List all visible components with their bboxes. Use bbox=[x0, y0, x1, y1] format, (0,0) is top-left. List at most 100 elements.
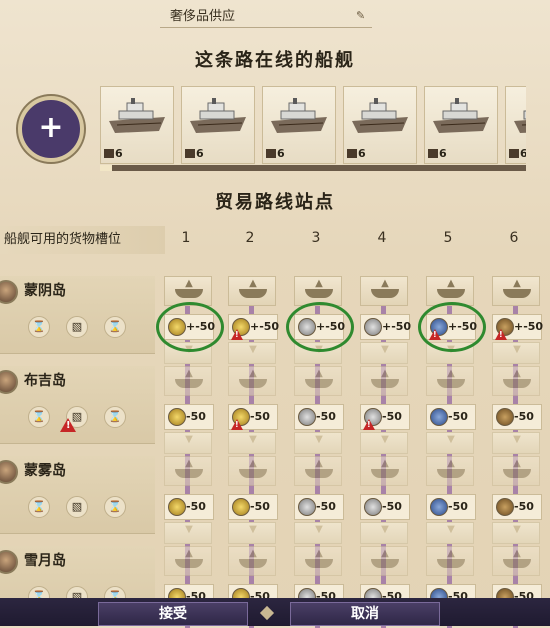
down-arrow-icon: ▼ bbox=[513, 344, 521, 355]
unload-cargo-slot[interactable]: ▼ bbox=[492, 342, 540, 364]
cargo-slot[interactable]: +-50 bbox=[228, 314, 279, 340]
load-cargo-slot[interactable]: ▲ bbox=[492, 456, 540, 486]
ship-silhouette-icon bbox=[175, 379, 203, 388]
load-cargo-slot[interactable]: ▲ bbox=[294, 546, 342, 576]
load-cargo-slot[interactable]: ▲ bbox=[360, 546, 408, 576]
cargo-amount: -50 bbox=[448, 500, 468, 513]
load-cargo-slot[interactable]: ▲ bbox=[294, 456, 342, 486]
gold-coin-icon bbox=[168, 408, 186, 426]
unload-cargo-slot[interactable]: ▼ bbox=[294, 522, 342, 544]
cargo-slot[interactable]: -50 bbox=[228, 494, 278, 520]
hourglass-icon[interactable]: ⌛ bbox=[104, 406, 126, 428]
silver-watch-icon bbox=[298, 498, 316, 516]
unload-cargo-slot[interactable]: ▼ bbox=[360, 432, 408, 454]
up-arrow-icon: ▲ bbox=[513, 278, 521, 289]
load-cargo-slot[interactable]: ▲ bbox=[228, 546, 276, 576]
ship-level-value: 6 bbox=[439, 147, 447, 160]
pencil-icon[interactable]: ✎ bbox=[356, 10, 368, 22]
load-cargo-slot[interactable]: ▲ bbox=[492, 546, 540, 576]
cargo-slot[interactable]: -50 bbox=[492, 404, 542, 430]
cargo-slot[interactable]: +-50 bbox=[492, 314, 543, 340]
load-cargo-slot[interactable]: ▲ bbox=[164, 546, 212, 576]
load-cargo-slot[interactable]: ▲ bbox=[492, 366, 540, 396]
cargo-slot[interactable]: -50 bbox=[426, 494, 476, 520]
load-cargo-slot[interactable]: ▲ bbox=[228, 276, 276, 306]
ship-strip-scrollbar[interactable] bbox=[100, 165, 526, 171]
cancel-button[interactable]: 取消 bbox=[290, 602, 440, 626]
load-cargo-slot[interactable]: ▲ bbox=[426, 366, 474, 396]
hourglass-icon[interactable]: ⌛ bbox=[28, 406, 50, 428]
island-row[interactable]: 蒙雾岛 ⌛ ▧ ⌛ bbox=[0, 456, 155, 534]
ship-card[interactable]: 6 bbox=[424, 86, 498, 164]
up-arrow-icon: ▲ bbox=[381, 548, 389, 559]
cargo-slot[interactable]: -50 bbox=[360, 494, 410, 520]
cargo-slot[interactable]: -50 bbox=[492, 494, 542, 520]
ship-card[interactable]: 6 bbox=[100, 86, 174, 164]
down-arrow-icon: ▼ bbox=[185, 434, 193, 445]
unload-cargo-slot[interactable]: ▼ bbox=[426, 432, 474, 454]
cargo-slot[interactable]: -50 bbox=[164, 494, 214, 520]
cargo-slot[interactable]: +-50 bbox=[360, 314, 411, 340]
accept-button[interactable]: 接受 bbox=[98, 602, 248, 626]
unload-cargo-slot[interactable]: ▼ bbox=[492, 432, 540, 454]
route-name-text: 奢侈品供应 bbox=[170, 9, 236, 24]
load-cargo-slot[interactable]: ▲ bbox=[228, 456, 276, 486]
ship-card[interactable]: 6 bbox=[505, 86, 526, 164]
load-cargo-slot[interactable]: ▲ bbox=[426, 546, 474, 576]
unload-cargo-slot[interactable]: ▼ bbox=[360, 522, 408, 544]
load-cargo-slot[interactable]: ▲ bbox=[294, 366, 342, 396]
cargo-slot[interactable]: -50 bbox=[360, 404, 410, 430]
hourglass-icon[interactable]: ⌛ bbox=[28, 496, 50, 518]
load-cargo-slot[interactable]: ▲ bbox=[228, 366, 276, 396]
ship-card[interactable]: 6 bbox=[262, 86, 336, 164]
ship-card[interactable]: 6 bbox=[343, 86, 417, 164]
ship-level-value: 6 bbox=[277, 147, 285, 160]
ship-silhouette-icon bbox=[437, 559, 465, 568]
island-row[interactable]: 布吉岛 ⌛ ▧ ⌛ bbox=[0, 366, 155, 444]
cargo-slot[interactable]: -50 bbox=[294, 494, 344, 520]
unload-cargo-slot[interactable]: ▼ bbox=[228, 342, 276, 364]
cargo-slot[interactable]: -50 bbox=[228, 404, 278, 430]
load-cargo-slot[interactable]: ▲ bbox=[360, 276, 408, 306]
unload-cargo-slot[interactable]: ▼ bbox=[228, 432, 276, 454]
unload-cargo-slot[interactable]: ▼ bbox=[294, 432, 342, 454]
add-ship-button[interactable]: + bbox=[18, 96, 84, 162]
load-cargo-slot[interactable]: ▲ bbox=[360, 456, 408, 486]
up-arrow-icon: ▲ bbox=[513, 368, 521, 379]
load-cargo-slot[interactable]: ▲ bbox=[360, 366, 408, 396]
unload-cargo-slot[interactable]: ▼ bbox=[164, 432, 212, 454]
cargo-slot[interactable]: -50 bbox=[294, 404, 344, 430]
load-cargo-slot[interactable]: ▲ bbox=[492, 276, 540, 306]
highlight-ring bbox=[418, 302, 486, 352]
ship-silhouette-icon bbox=[437, 289, 465, 298]
down-arrow-icon: ▼ bbox=[447, 434, 455, 445]
cargo-amount: -50 bbox=[250, 500, 270, 513]
cargo-ticket-icon[interactable]: ▧ bbox=[66, 316, 88, 338]
column-header: 4 bbox=[377, 230, 387, 246]
load-cargo-slot[interactable]: ▲ bbox=[164, 456, 212, 486]
hourglass-icon[interactable]: ⌛ bbox=[104, 316, 126, 338]
blue-clock-icon bbox=[430, 408, 448, 426]
ship-card[interactable]: 6 bbox=[181, 86, 255, 164]
load-cargo-slot[interactable]: ▲ bbox=[164, 366, 212, 396]
unload-cargo-slot[interactable]: ▼ bbox=[492, 522, 540, 544]
unload-cargo-slot[interactable]: ▼ bbox=[426, 522, 474, 544]
load-cargo-slot[interactable]: ▲ bbox=[426, 456, 474, 486]
ship-silhouette-icon bbox=[239, 289, 267, 298]
ship-silhouette-icon bbox=[371, 379, 399, 388]
unload-cargo-slot[interactable]: ▼ bbox=[164, 522, 212, 544]
route-name-field[interactable]: 奢侈品供应 ✎ bbox=[160, 6, 372, 28]
island-row[interactable]: 蒙阴岛 ⌛ ▧ ⌛ bbox=[0, 276, 155, 354]
ship-silhouette-icon bbox=[175, 289, 203, 298]
unload-cargo-slot[interactable]: ▼ bbox=[360, 342, 408, 364]
cargo-amount: -50 bbox=[316, 410, 336, 423]
up-arrow-icon: ▲ bbox=[315, 368, 323, 379]
hourglass-icon[interactable]: ⌛ bbox=[104, 496, 126, 518]
cargo-ticket-icon[interactable]: ▧ bbox=[66, 496, 88, 518]
hourglass-icon[interactable]: ⌛ bbox=[28, 316, 50, 338]
scrollbar-thumb[interactable] bbox=[100, 165, 112, 171]
cargo-slot[interactable]: -50 bbox=[426, 404, 476, 430]
unload-cargo-slot[interactable]: ▼ bbox=[228, 522, 276, 544]
down-arrow-icon: ▼ bbox=[249, 344, 257, 355]
cargo-slot[interactable]: -50 bbox=[164, 404, 214, 430]
